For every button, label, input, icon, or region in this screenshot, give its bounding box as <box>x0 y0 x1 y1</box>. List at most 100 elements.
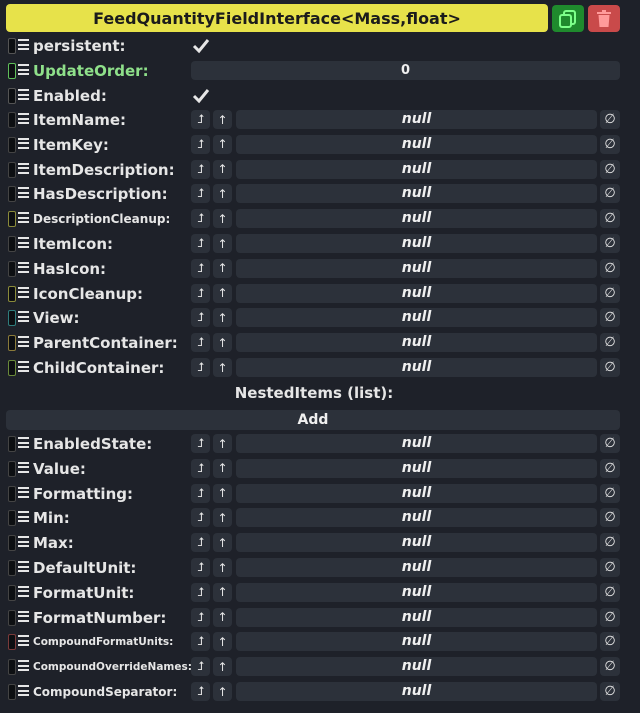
menu-icon[interactable] <box>18 336 29 348</box>
field-indicator[interactable] <box>8 211 16 228</box>
reference-value-field[interactable]: null <box>236 434 597 453</box>
parent-button[interactable]: ↑ <box>213 134 232 154</box>
parent-button[interactable]: ↑ <box>213 434 232 453</box>
clear-button[interactable]: ∅ <box>600 209 620 229</box>
field-indicator[interactable] <box>8 634 16 651</box>
reference-button[interactable]: ⮥ <box>191 558 210 577</box>
menu-icon[interactable] <box>18 64 29 75</box>
menu-icon[interactable] <box>18 137 29 149</box>
menu-icon[interactable] <box>18 187 29 199</box>
clear-button[interactable]: ∅ <box>600 134 620 154</box>
field-indicator[interactable] <box>8 609 16 626</box>
reference-value-field[interactable]: null <box>236 483 597 503</box>
check-icon[interactable] <box>192 37 210 55</box>
menu-icon[interactable] <box>18 39 29 50</box>
reference-button[interactable]: ⮥ <box>191 159 210 179</box>
reference-button[interactable]: ⮥ <box>191 184 210 204</box>
parent-button[interactable]: ↑ <box>213 483 232 503</box>
parent-button[interactable]: ↑ <box>213 110 232 129</box>
reference-value-field[interactable]: null <box>236 333 597 353</box>
reference-value-field[interactable]: null <box>236 184 597 204</box>
menu-icon[interactable] <box>18 486 29 498</box>
reference-button[interactable]: ⮥ <box>191 657 210 677</box>
field-indicator[interactable] <box>8 310 16 327</box>
reference-value-field[interactable]: null <box>236 159 597 179</box>
add-button[interactable]: Add <box>6 410 620 430</box>
clear-button[interactable]: ∅ <box>600 632 620 652</box>
clear-button[interactable]: ∅ <box>600 283 620 303</box>
reference-value-field[interactable]: null <box>236 508 597 528</box>
field-indicator[interactable] <box>8 63 16 79</box>
menu-icon[interactable] <box>18 461 29 473</box>
reference-button[interactable]: ⮥ <box>191 458 210 478</box>
parent-button[interactable]: ↑ <box>213 283 232 303</box>
field-indicator[interactable] <box>8 236 16 252</box>
field-indicator[interactable] <box>8 260 16 277</box>
reference-button[interactable]: ⮥ <box>191 434 210 453</box>
menu-icon[interactable] <box>18 162 29 174</box>
clear-button[interactable]: ∅ <box>600 533 620 553</box>
reference-value-field[interactable]: null <box>236 209 597 229</box>
field-indicator[interactable] <box>8 659 16 676</box>
check-icon[interactable] <box>192 87 210 105</box>
field-indicator[interactable] <box>8 460 16 477</box>
clear-button[interactable]: ∅ <box>600 558 620 577</box>
reference-button[interactable]: ⮥ <box>191 234 210 253</box>
parent-button[interactable]: ↑ <box>213 607 232 627</box>
parent-button[interactable]: ↑ <box>213 184 232 204</box>
reference-button[interactable]: ⮥ <box>191 283 210 303</box>
clear-button[interactable]: ∅ <box>600 434 620 453</box>
parent-button[interactable]: ↑ <box>213 508 232 528</box>
parent-button[interactable]: ↑ <box>213 582 232 602</box>
reference-button[interactable]: ⮥ <box>191 607 210 627</box>
parent-button[interactable]: ↑ <box>213 682 232 701</box>
reference-value-field[interactable]: null <box>236 582 597 602</box>
clear-button[interactable]: ∅ <box>600 508 620 528</box>
clear-button[interactable]: ∅ <box>600 234 620 253</box>
parent-button[interactable]: ↑ <box>213 558 232 577</box>
parent-button[interactable]: ↑ <box>213 258 232 278</box>
reference-button[interactable]: ⮥ <box>191 110 210 129</box>
field-indicator[interactable] <box>8 161 16 178</box>
reference-value-field[interactable]: null <box>236 110 597 129</box>
parent-button[interactable]: ↑ <box>213 533 232 553</box>
clear-button[interactable]: ∅ <box>600 607 620 627</box>
field-indicator[interactable] <box>8 112 16 128</box>
field-indicator[interactable] <box>8 285 16 302</box>
field-indicator[interactable] <box>8 684 16 700</box>
reference-button[interactable]: ⮥ <box>191 209 210 229</box>
clear-button[interactable]: ∅ <box>600 582 620 602</box>
reference-button[interactable]: ⮥ <box>191 533 210 553</box>
reference-value-field[interactable]: null <box>236 283 597 303</box>
menu-icon[interactable] <box>18 660 29 672</box>
reference-value-field[interactable]: null <box>236 558 597 577</box>
parent-button[interactable]: ↑ <box>213 632 232 652</box>
field-indicator[interactable] <box>8 360 16 376</box>
reference-button[interactable]: ⮥ <box>191 308 210 328</box>
parent-button[interactable]: ↑ <box>213 358 232 377</box>
reference-value-field[interactable]: null <box>236 358 597 377</box>
clear-button[interactable]: ∅ <box>600 483 620 503</box>
menu-icon[interactable] <box>18 361 29 372</box>
reference-value-field[interactable]: null <box>236 458 597 478</box>
menu-icon[interactable] <box>18 685 29 696</box>
menu-icon[interactable] <box>18 635 29 647</box>
menu-icon[interactable] <box>18 261 29 273</box>
clear-button[interactable]: ∅ <box>600 682 620 701</box>
reference-button[interactable]: ⮥ <box>191 508 210 528</box>
clear-button[interactable]: ∅ <box>600 184 620 204</box>
menu-icon[interactable] <box>18 89 29 100</box>
menu-icon[interactable] <box>18 113 29 124</box>
clear-button[interactable]: ∅ <box>600 458 620 478</box>
menu-icon[interactable] <box>18 561 29 572</box>
parent-button[interactable]: ↑ <box>213 657 232 677</box>
field-indicator[interactable] <box>8 38 16 54</box>
reference-value-field[interactable]: null <box>236 234 597 253</box>
reference-button[interactable]: ⮥ <box>191 333 210 353</box>
menu-icon[interactable] <box>18 585 29 597</box>
parent-button[interactable]: ↑ <box>213 458 232 478</box>
clear-button[interactable]: ∅ <box>600 159 620 179</box>
field-indicator[interactable] <box>8 560 16 576</box>
reference-value-field[interactable]: null <box>236 632 597 652</box>
reference-button[interactable]: ⮥ <box>191 483 210 503</box>
